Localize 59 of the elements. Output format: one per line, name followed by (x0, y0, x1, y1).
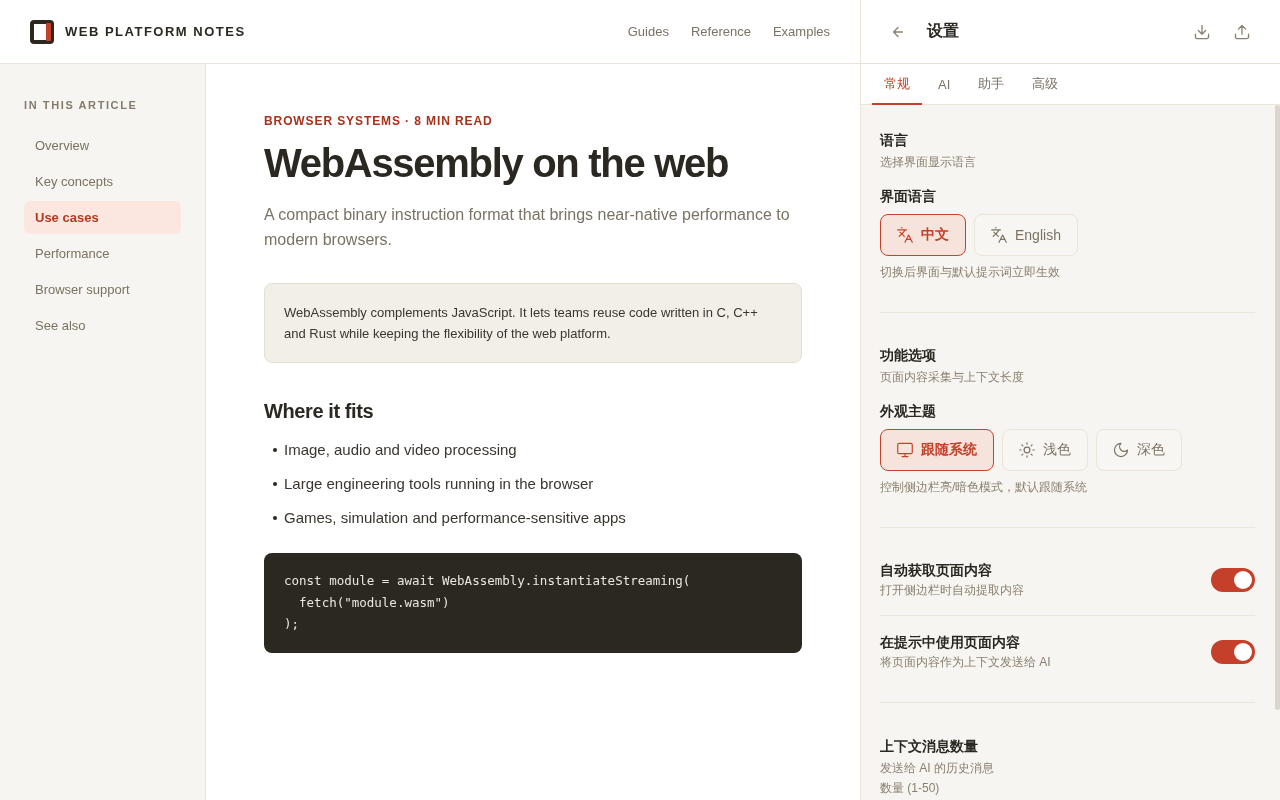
nav-link[interactable]: Reference (690, 24, 751, 39)
bullet-icon (273, 448, 277, 452)
setting-description: 打开侧边栏时自动提取内容 (880, 582, 1024, 599)
setting-title: 自动获取页面内容 (880, 561, 993, 580)
settings-tab[interactable]: AI (926, 64, 963, 105)
section-description: 页面内容采集与上下文长度 (880, 369, 1025, 386)
toggle-switch[interactable] (1211, 639, 1255, 664)
toggle-switch[interactable] (1211, 567, 1255, 592)
group-label: 界面语言 (880, 187, 937, 206)
setting-title: 上下文消息数量 (880, 737, 979, 756)
hint-text: 控制侧边栏亮/暗色模式，默认跟随系统 (880, 479, 1089, 496)
translate-icon (897, 227, 913, 243)
section-description: 选择界面显示语言 (880, 154, 977, 171)
translate-icon (991, 227, 1007, 243)
download-icon[interactable] (1194, 23, 1210, 40)
toc-link[interactable]: Performance (24, 237, 181, 270)
bullet-text: Large engineering tools running in the browser (284, 474, 594, 494)
bullet-text: Games, simulation and performance-sensitive apps (284, 508, 626, 528)
section-title: 功能选项 (880, 346, 937, 365)
section-title: 语言 (880, 131, 909, 150)
settings-tab[interactable]: 常规 (872, 64, 922, 105)
section-heading: Where it fits (264, 399, 375, 424)
settings-tab[interactable]: 助手 (966, 64, 1017, 105)
option-button[interactable]: English (974, 214, 1078, 256)
nav-link[interactable]: Guides (627, 24, 669, 39)
toc-link[interactable]: Key concepts (24, 165, 181, 198)
callout-note: WebAssembly complements JavaScript. It lets teams reuse code written in C, C++ and Rust while keeping the flexibility of the web platform. (264, 283, 802, 363)
article-subtitle: A compact binary instruction format that brings near-native performance to modern browsers. (264, 205, 790, 250)
setting-description: 将页面内容作为上下文发送给 AI (880, 654, 1051, 671)
hint-text: 切换后界面与默认提示词立即生效 (880, 264, 1061, 281)
article-title: WebAssembly on the web (264, 140, 730, 187)
nav-link[interactable]: Examples (772, 24, 830, 39)
group-label: 外观主题 (880, 402, 937, 421)
moon-icon (1113, 442, 1129, 458)
site-title: WEB PLATFORM NOTES (65, 24, 246, 39)
setting-title: 在提示中使用页面内容 (880, 633, 1021, 652)
settings-tab[interactable]: 高级 (1020, 64, 1071, 105)
toc-link[interactable]: Browser support (24, 273, 181, 306)
option-button[interactable]: 深色 (1096, 429, 1182, 471)
toc-link[interactable]: Overview (24, 129, 181, 162)
toc-heading: IN THIS ARTICLE (24, 98, 139, 112)
panel-title: 设置 (927, 21, 960, 41)
scrollbar-thumb[interactable] (1275, 105, 1280, 710)
code-block: const module = await WebAssembly.instantiateStreaming( fetch("module.wasm") ); (264, 553, 802, 653)
toc-link[interactable]: See also (24, 309, 181, 342)
bullet-icon (273, 482, 277, 486)
article-kicker: BROWSER SYSTEMS · 8 MIN READ (264, 113, 494, 129)
bullet-text: Image, audio and video processing (284, 440, 517, 460)
logo-icon (30, 19, 54, 44)
toc-link[interactable]: Use cases (24, 201, 181, 234)
bullet-icon (273, 516, 277, 520)
option-button[interactable]: 跟随系统 (880, 429, 994, 471)
monitor-icon (897, 442, 913, 458)
setting-description: 发送给 AI 的历史消息数量 (1-50) (880, 760, 995, 797)
back-arrow-icon[interactable] (891, 24, 905, 39)
upload-icon[interactable] (1234, 23, 1250, 40)
option-button[interactable]: 浅色 (1002, 429, 1088, 471)
option-button[interactable]: 中文 (880, 214, 966, 256)
sun-icon (1019, 442, 1035, 458)
